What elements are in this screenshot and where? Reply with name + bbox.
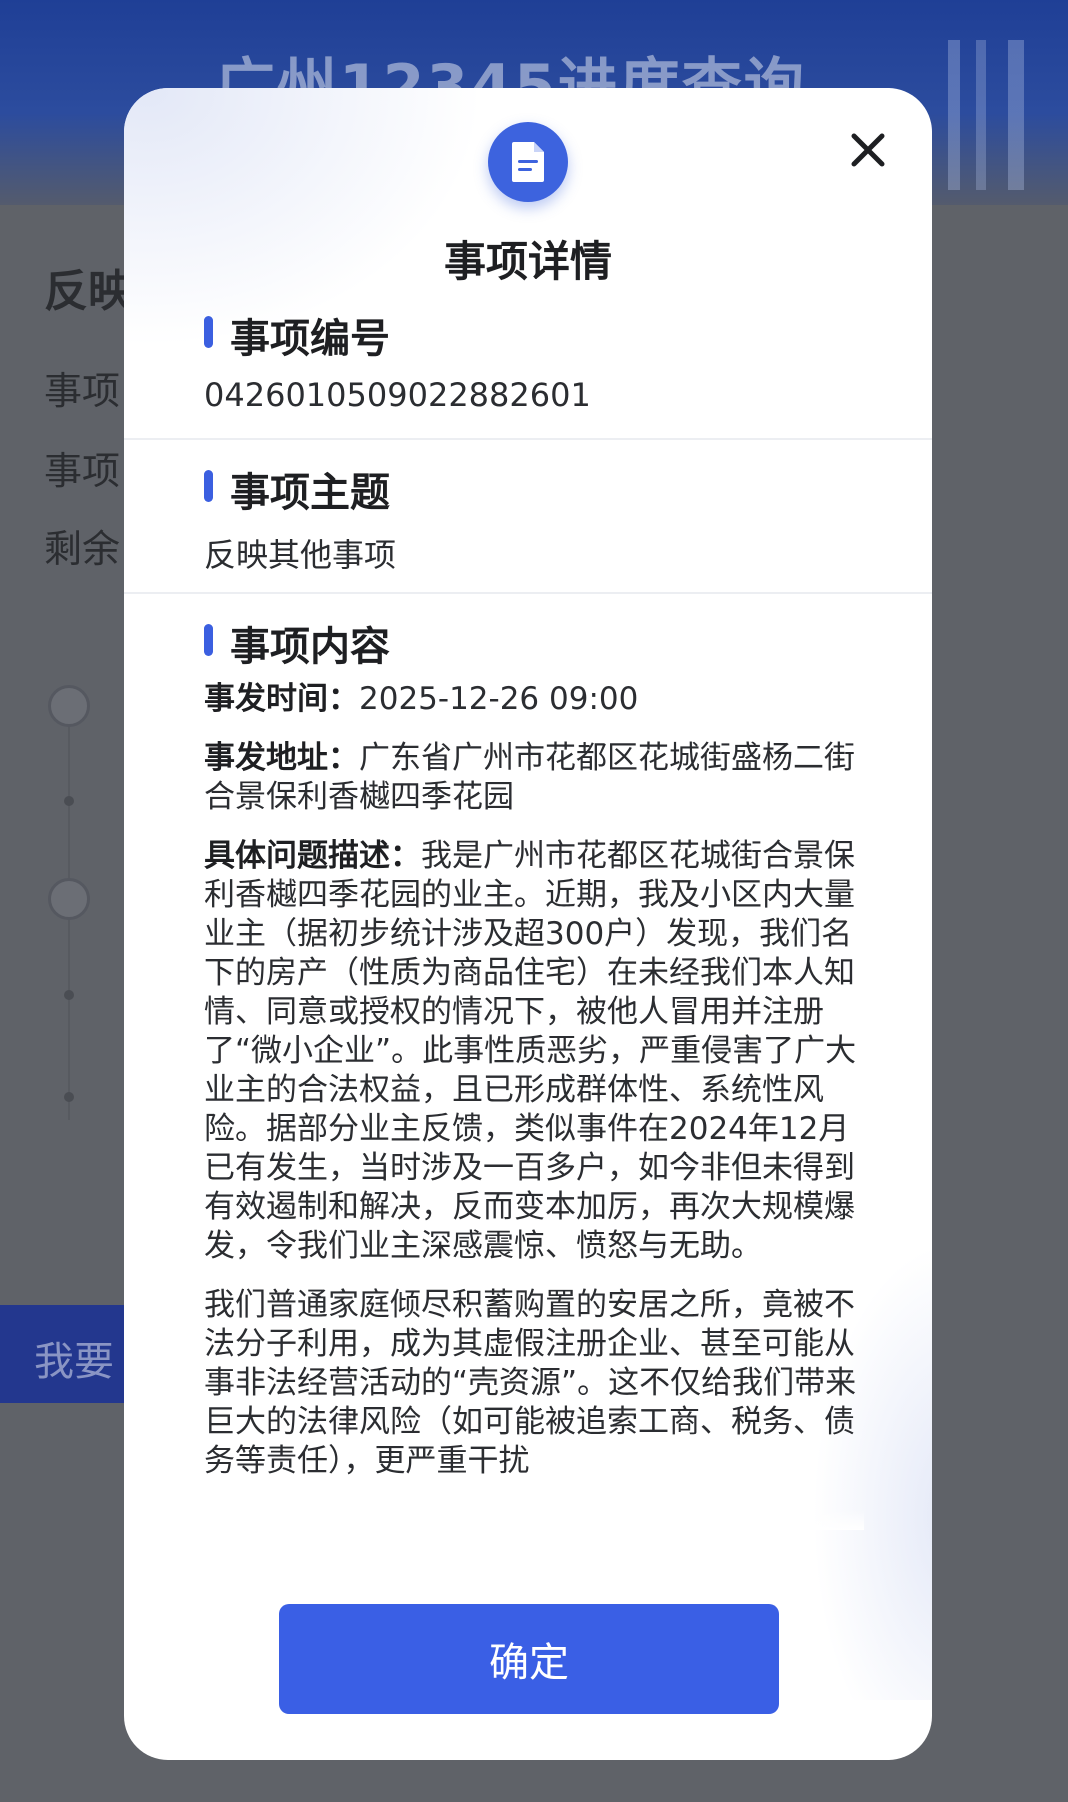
timeline-dot: [64, 796, 74, 806]
incident-address-label: 事发地址：: [204, 740, 359, 776]
incident-address: 事发地址：广东省广州市花都区花城街盛杨二街合景保利香樾四季花园: [204, 739, 864, 817]
background-row-label: 剩余: [44, 527, 121, 571]
document-icon: [488, 122, 568, 202]
modal-title: 事项详情: [443, 237, 612, 286]
section-heading-content: 事项内容: [204, 614, 390, 672]
city-skyline-decoration: [928, 40, 1068, 190]
detail-modal: 事项详情 事项编号 0426010509022882601 事项主题 反映其他事…: [124, 88, 932, 1760]
section-heading-subject: 事项主题: [204, 460, 390, 518]
incident-time-value: 2025-12-26 09:00: [359, 681, 639, 717]
background-heading: 反映: [44, 266, 132, 317]
section-heading-number: 事项编号: [204, 306, 390, 364]
incident-time: 事发时间：2025-12-26 09:00: [204, 680, 864, 719]
problem-description-label: 具体问题描述：: [204, 838, 421, 874]
problem-description: 具体问题描述：我是广州市花都区花城街合景保利香樾四季花园的业主。近期，我及小区内…: [204, 837, 864, 1266]
background-row-label: 事项: [44, 369, 121, 413]
incident-time-label: 事发时间：: [204, 681, 359, 717]
timeline-dot: [64, 990, 74, 1000]
timeline-check-icon: [48, 878, 90, 920]
scroll-fade: [204, 1510, 864, 1530]
case-number: 0426010509022882601: [204, 376, 591, 414]
case-subject: 反映其他事项: [204, 536, 397, 574]
divider: [124, 438, 932, 440]
timeline-step-icon: [48, 685, 90, 727]
background-row-label: 事项: [44, 449, 121, 493]
close-icon[interactable]: [846, 128, 890, 172]
timeline-dot: [64, 1092, 74, 1102]
case-content-scroll-area[interactable]: 事发时间：2025-12-26 09:00 事发地址：广东省广州市花都区花城街盛…: [204, 680, 864, 1530]
problem-description-value: 我是广州市花都区花城街合景保利香樾四季花园的业主。近期，我及小区内大量业主（据初…: [204, 838, 857, 1264]
problem-description-continued: 我们普通家庭倾尽积蓄购置的安居之所，竟被不法分子利用，成为其虚假注册企业、甚至可…: [204, 1287, 857, 1479]
divider: [124, 592, 932, 594]
background-action-label: 我要: [34, 1339, 114, 1385]
confirm-button[interactable]: 确定: [279, 1604, 779, 1714]
